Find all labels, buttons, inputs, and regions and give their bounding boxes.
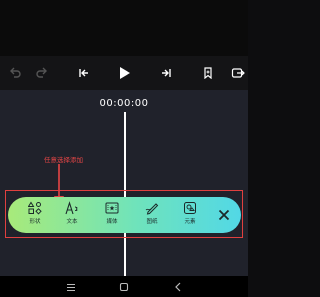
tool-element-label: 元素 — [184, 219, 196, 225]
close-toolbar-button[interactable] — [215, 206, 233, 224]
export-icon[interactable] — [228, 63, 248, 83]
skip-to-end-icon[interactable] — [156, 63, 176, 83]
tool-shape[interactable]: 形状 — [20, 201, 50, 231]
element-icon — [184, 202, 196, 214]
tool-drawing[interactable]: 图纸 — [137, 201, 167, 231]
tool-drawing-label: 图纸 — [146, 219, 158, 225]
video-preview — [0, 0, 248, 56]
tool-text[interactable]: 文本 — [57, 201, 87, 231]
menu-icon[interactable] — [64, 280, 78, 294]
text-icon — [65, 201, 78, 215]
tool-media[interactable]: 媒体 — [97, 201, 127, 231]
system-nav-bar — [0, 276, 248, 297]
tool-element[interactable]: 元素 — [175, 201, 205, 231]
bookmark-icon[interactable] — [198, 63, 218, 83]
media-icon — [105, 202, 119, 214]
tool-shape-label: 形状 — [29, 219, 41, 225]
skip-to-start-icon[interactable] — [74, 63, 94, 83]
home-icon[interactable] — [117, 280, 131, 294]
tool-media-label: 媒体 — [106, 219, 118, 225]
shape-icon — [28, 201, 42, 215]
drawing-icon — [145, 203, 159, 215]
playback-controls — [0, 56, 248, 90]
timeline-area: 00:00:00 任意选择添加 — [0, 90, 248, 276]
tool-text-label: 文本 — [66, 219, 78, 225]
timecode: 00:00:00 — [99, 98, 149, 109]
back-icon[interactable] — [171, 280, 185, 294]
close-icon — [218, 209, 230, 221]
annotation-hint: 任意选择添加 — [44, 156, 83, 164]
add-element-toolbar: 形状 文本 媒体 图纸 元素 — [8, 197, 241, 233]
undo-icon[interactable] — [5, 63, 25, 83]
play-icon[interactable] — [114, 63, 134, 83]
redo-icon[interactable] — [32, 63, 52, 83]
